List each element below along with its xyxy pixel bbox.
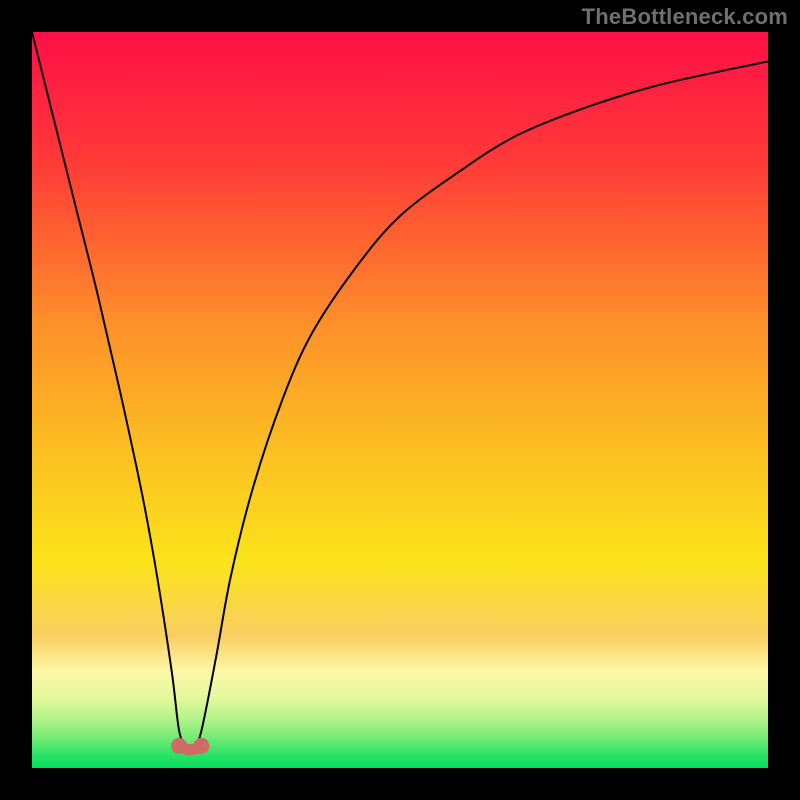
chart-frame: TheBottleneck.com (0, 0, 800, 800)
bottleneck-curve (32, 32, 768, 748)
marker-dot (193, 738, 209, 754)
plot-area (32, 32, 768, 768)
curve-layer (32, 32, 768, 768)
marker-dot (171, 738, 187, 754)
watermark-label: TheBottleneck.com (582, 4, 788, 30)
